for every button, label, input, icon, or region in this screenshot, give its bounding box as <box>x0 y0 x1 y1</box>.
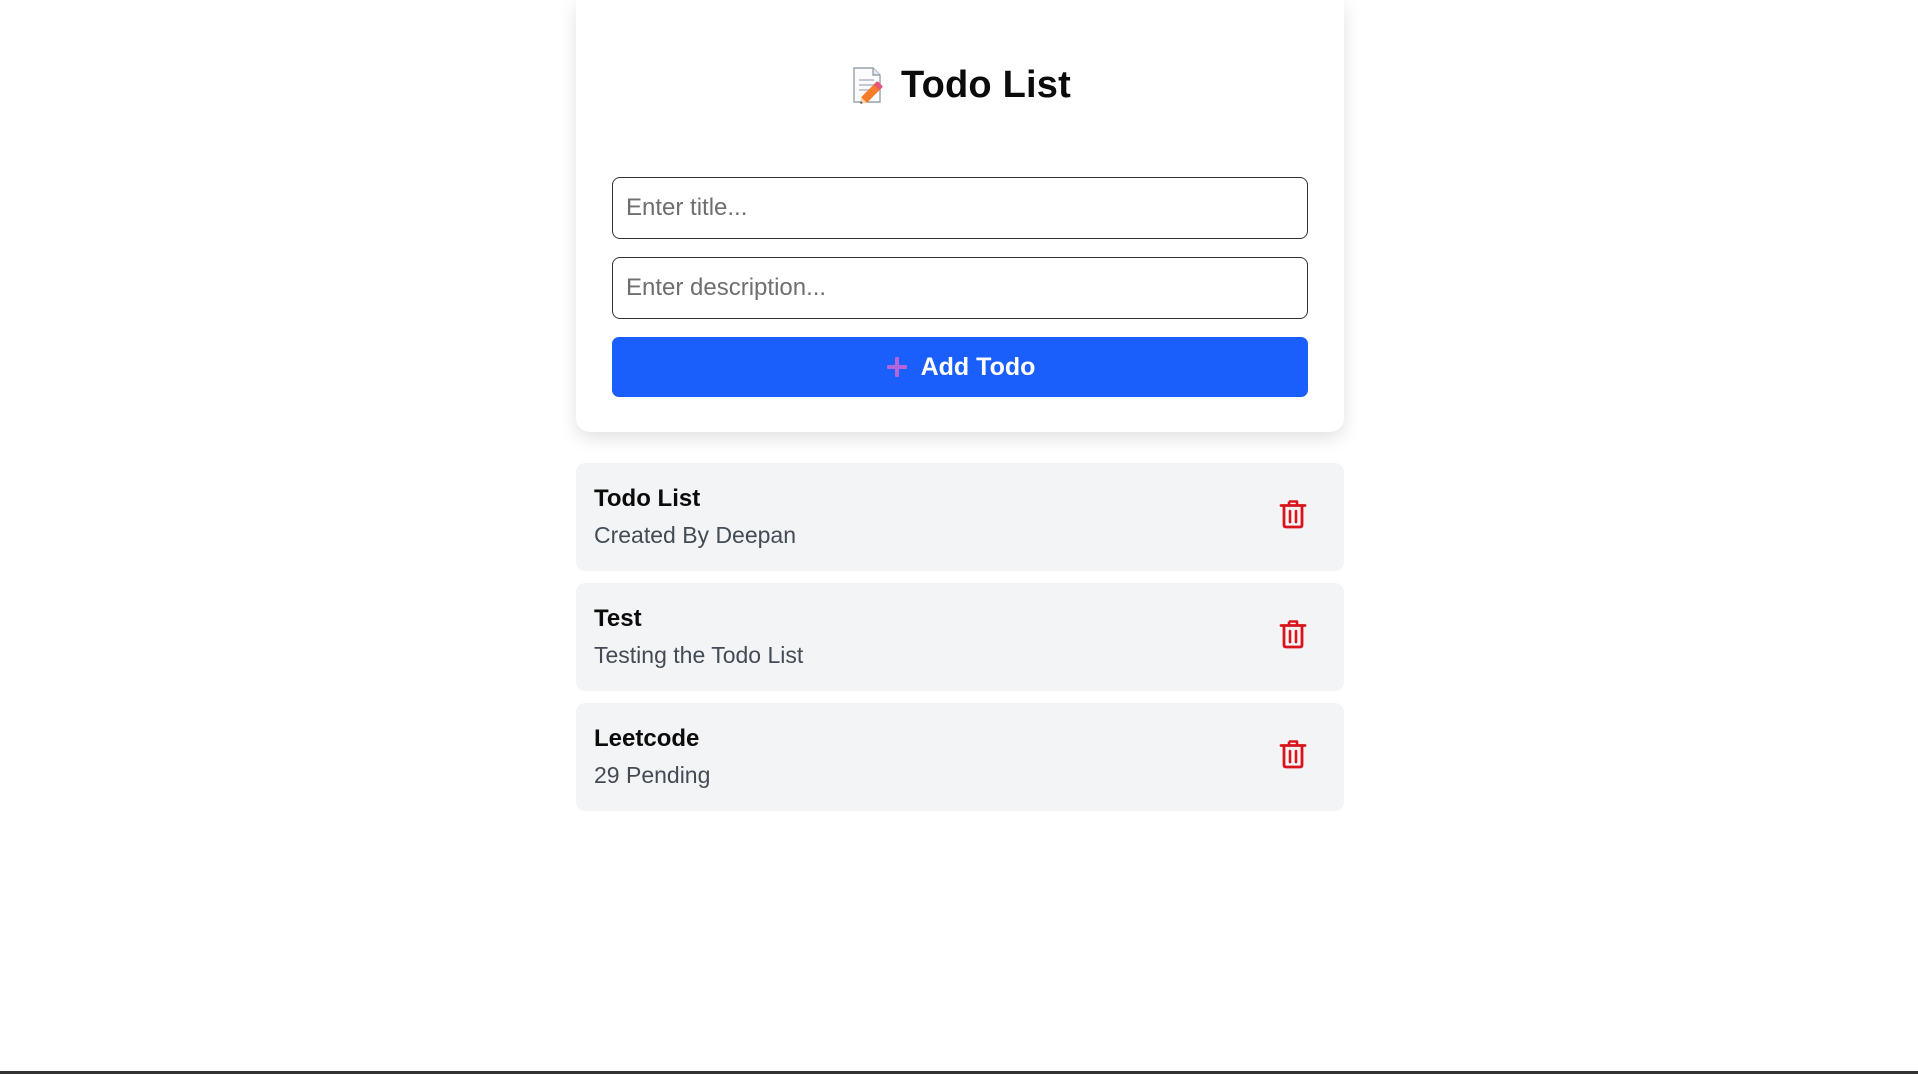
memo-pencil-icon <box>849 65 887 105</box>
todo-title: Todo List <box>594 485 701 512</box>
page: Todo List Add Todo Todo List Created By … <box>0 0 1918 1074</box>
title-input[interactable] <box>612 177 1308 239</box>
trash-icon <box>1279 499 1307 532</box>
todo-item: Test Testing the Todo List <box>576 583 1344 691</box>
description-input[interactable] <box>612 257 1308 319</box>
delete-todo-button[interactable] <box>1276 617 1310 653</box>
trash-icon <box>1279 739 1307 772</box>
header: Todo List <box>576 60 1344 110</box>
todo-item: Todo List Created By Deepan <box>576 463 1344 571</box>
add-todo-button[interactable]: Add Todo <box>612 337 1308 397</box>
delete-todo-button[interactable] <box>1276 497 1310 533</box>
todo-description: Created By Deepan <box>594 522 797 548</box>
trash-icon <box>1279 619 1307 652</box>
todo-title: Leetcode <box>594 725 700 752</box>
todo-list: Todo List Created By Deepan Test Testing… <box>576 463 1344 823</box>
plus-icon <box>885 355 909 379</box>
todo-title: Test <box>594 605 642 632</box>
todo-description: 29 Pending <box>594 762 711 788</box>
todo-form-card: Todo List Add Todo <box>576 0 1344 432</box>
todo-description: Testing the Todo List <box>594 642 804 668</box>
add-todo-label: Add Todo <box>920 352 1036 381</box>
page-title: Todo List <box>901 63 1071 106</box>
delete-todo-button[interactable] <box>1276 737 1310 773</box>
todo-item: Leetcode 29 Pending <box>576 703 1344 811</box>
